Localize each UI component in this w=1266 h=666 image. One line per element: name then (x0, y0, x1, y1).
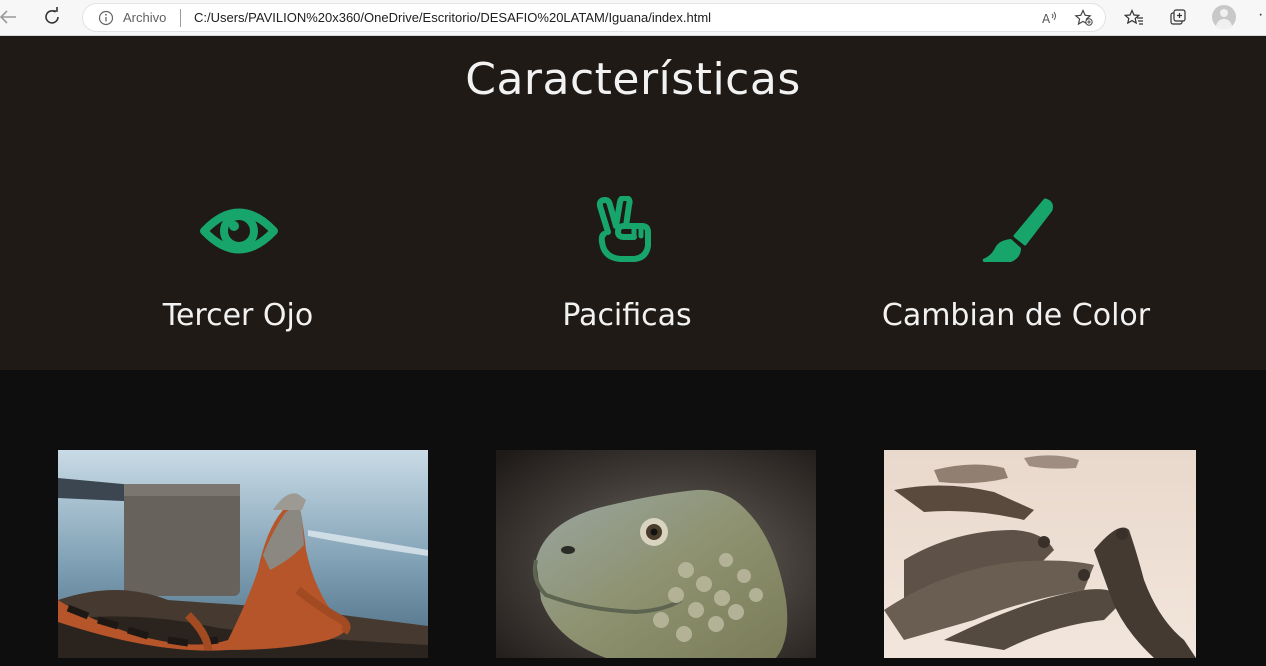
back-arrow-icon (0, 10, 16, 24)
url-text[interactable]: C:/Users/PAVILION%20x360/OneDrive/Escrit… (194, 10, 711, 25)
feature-label-tercer-ojo: Tercer Ojo (162, 298, 314, 333)
more-menu-icon[interactable]: · (1258, 6, 1263, 24)
gallery-photo-1 (58, 450, 428, 658)
read-aloud-icon[interactable]: A (1039, 8, 1061, 28)
collections-icon[interactable] (1165, 5, 1191, 31)
gallery-photo-3 (884, 450, 1196, 658)
paintbrush-icon (977, 196, 1057, 266)
gallery-photo-2 (496, 450, 816, 658)
features-section: Características Tercer Ojo Pacificas Cam… (0, 36, 1266, 370)
favorite-add-icon[interactable] (1073, 8, 1095, 28)
favorites-icon[interactable] (1121, 5, 1147, 31)
peace-hand-icon (586, 194, 666, 266)
back-button[interactable] (0, 4, 22, 30)
gallery-section (0, 370, 1266, 666)
refresh-button[interactable] (38, 4, 66, 30)
address-bar[interactable]: Archivo C:/Users/PAVILION%20x360/OneDriv… (82, 3, 1106, 32)
feature-label-cambian-de-color: Cambian de Color (881, 298, 1151, 333)
browser-toolbar: Archivo C:/Users/PAVILION%20x360/OneDriv… (0, 0, 1266, 36)
feature-label-pacificas: Pacificas (562, 298, 692, 333)
eye-icon (199, 196, 279, 266)
profile-avatar[interactable] (1212, 5, 1236, 29)
info-icon[interactable] (97, 9, 115, 27)
refresh-icon (45, 7, 59, 24)
file-scheme-label: Archivo (123, 10, 167, 25)
svg-text:A: A (1042, 12, 1051, 26)
address-separator (180, 9, 181, 27)
features-title: Características (465, 54, 801, 105)
